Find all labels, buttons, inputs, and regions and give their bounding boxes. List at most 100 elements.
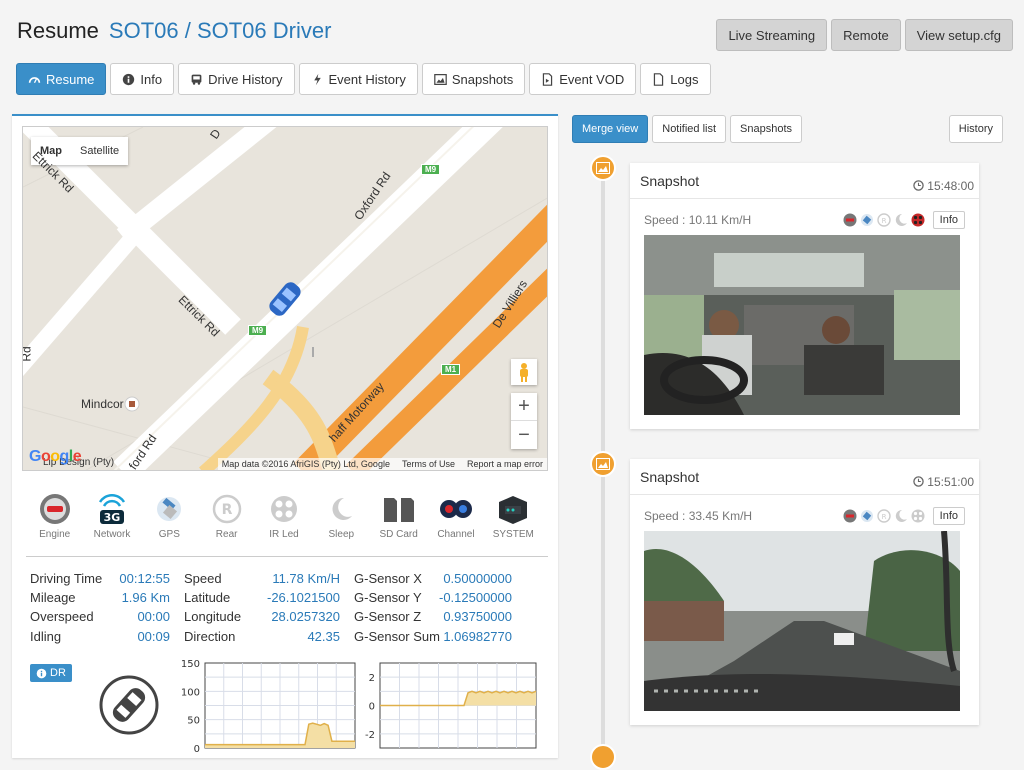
tab-snapshots[interactable]: Snapshots xyxy=(421,63,526,95)
stat-label: Speed xyxy=(184,571,222,586)
map-roads xyxy=(23,127,547,470)
status-rear: R Rear xyxy=(198,491,255,540)
stat-row: Overspeed 00:00 xyxy=(30,607,184,626)
snapshot-image-road[interactable] xyxy=(644,531,960,711)
stat-value: -26.1021500 xyxy=(266,590,340,606)
zoom-out-button[interactable]: − xyxy=(511,421,537,449)
main-tabs: Resume Info Drive History Event History … xyxy=(16,63,711,95)
stat-value: -0.12500000 xyxy=(438,590,512,606)
zoom-in-button[interactable]: + xyxy=(511,393,537,421)
snapshots-tab[interactable]: Snapshots xyxy=(730,115,803,143)
page-title-main: Resume xyxy=(17,18,99,43)
snapshot-info-button[interactable]: Info xyxy=(932,507,965,525)
stat-value: 11.78 Km/H xyxy=(272,571,340,586)
ir-led-icon xyxy=(270,496,297,522)
ir-led-icon xyxy=(911,213,925,227)
engine-icon xyxy=(843,213,857,227)
tab-label: Logs xyxy=(670,71,699,87)
stat-row: G-Sensor Y -0.12500000 xyxy=(354,588,526,607)
stats-column-gsensor: G-Sensor X 0.50000000 G-Sensor Y -0.125000… xyxy=(354,569,526,646)
bolt-icon xyxy=(313,73,321,85)
timeline-dot xyxy=(590,155,616,181)
dr-info-button[interactable]: DR xyxy=(30,664,72,682)
stat-label: G-Sensor X xyxy=(354,571,422,586)
live-streaming-button[interactable]: Live Streaming xyxy=(716,19,828,51)
status-label: Channel xyxy=(437,529,475,540)
tab-logs[interactable]: Logs xyxy=(640,63,711,95)
status-label: GPS xyxy=(158,529,180,540)
stat-label: Latitude xyxy=(184,590,231,606)
channel-cameras-icon xyxy=(439,500,472,518)
svg-text:R: R xyxy=(881,513,886,521)
snapshot-info-button[interactable]: Info xyxy=(932,211,965,229)
snapshot-meta: Speed : 10.11 Km/H R Info xyxy=(630,199,979,235)
vehicle-overview-panel: Map Satellite Oxford Rd Ettrick Rd Ettri… xyxy=(12,114,558,758)
tab-event-vod[interactable]: Event VOD xyxy=(529,63,637,95)
vehicle-driver-link[interactable]: SOT06 / SOT06 Driver xyxy=(109,18,332,43)
status-system: SYSTEM xyxy=(485,491,542,540)
snapshot-status-icons: R Info xyxy=(843,211,965,229)
header-actions: Live Streaming Remote View setup.cfg xyxy=(716,19,1013,51)
status-ir-led: IR Led xyxy=(255,491,312,540)
stat-value: 28.0257320 xyxy=(271,609,340,625)
remote-button[interactable]: Remote xyxy=(831,19,901,51)
tab-info[interactable]: Info xyxy=(110,63,175,95)
network-badge: 3G xyxy=(104,511,121,524)
gps-satellite-icon xyxy=(860,510,873,522)
map-attribution: Map data ©2016 AfriGIS (Pty) Ltd, Google… xyxy=(217,458,547,470)
merge-view-tab[interactable]: Merge view xyxy=(572,115,649,143)
zoom-control: + − xyxy=(511,393,537,449)
stat-label: Idling xyxy=(30,628,62,644)
stat-label: G-Sensor Y xyxy=(354,590,422,606)
tab-drive-history[interactable]: Drive History xyxy=(178,63,295,95)
stat-label: G-Sensor Sum xyxy=(354,628,440,644)
stat-row: Longitude 28.0257320 xyxy=(184,607,354,626)
stat-value: 00:00 xyxy=(137,609,170,625)
map-data-credit: Map data ©2016 AfriGIS (Pty) Ltd, Google xyxy=(221,459,390,469)
gps-satellite-icon xyxy=(860,214,873,226)
tab-label: Info xyxy=(140,71,163,87)
snapshot-image-cabin[interactable] xyxy=(644,235,960,415)
snapshot-status-icons: R Info xyxy=(843,507,965,525)
section-divider xyxy=(26,556,548,557)
stat-label: Driving Time xyxy=(30,571,103,586)
dr-label: DR xyxy=(50,667,66,679)
clock-icon xyxy=(913,180,925,191)
street-view-pegman-button[interactable] xyxy=(511,359,537,385)
bus-icon xyxy=(191,74,202,85)
history-button[interactable]: History xyxy=(948,115,1003,143)
status-label: Rear xyxy=(215,529,238,540)
terms-of-use-link[interactable]: Terms of Use xyxy=(402,459,455,469)
map[interactable]: Map Satellite Oxford Rd Ettrick Rd Ettri… xyxy=(22,126,548,471)
snapshot-meta: Speed : 33.45 Km/H R Info xyxy=(630,495,979,531)
stat-row: G-Sensor Sum 1.06982770 xyxy=(354,627,526,646)
map-type-satellite-button[interactable]: Satellite xyxy=(71,137,128,165)
report-map-error-link[interactable]: Report a map error xyxy=(467,459,543,469)
image-icon xyxy=(434,73,447,85)
view-setup-cfg-button[interactable]: View setup.cfg xyxy=(904,19,1013,51)
trip-stats: Driving Time 00:12:55 Mileage 1.96 Km Over… xyxy=(30,569,526,646)
tab-resume[interactable]: Resume xyxy=(16,63,107,95)
sleep-moon-icon xyxy=(332,497,353,520)
notified-list-tab[interactable]: Notified list xyxy=(652,115,727,143)
file-video-icon xyxy=(543,72,553,86)
stat-row: Direction 42.35 xyxy=(184,627,354,646)
speed-chart-tick-label: 50 xyxy=(187,716,200,727)
route-shield-m9: M9 xyxy=(421,164,441,175)
status-sd-card: SD Card xyxy=(370,491,427,540)
stat-value: 00:09 xyxy=(137,628,170,644)
stat-value: 0.93750000 xyxy=(443,609,512,625)
road-camera-photo xyxy=(644,531,960,711)
status-network: 3G Network xyxy=(83,491,140,540)
google-logo: Google xyxy=(29,448,82,465)
tab-event-history[interactable]: Event History xyxy=(298,63,418,95)
gps-satellite-icon xyxy=(157,497,182,521)
pegman-icon xyxy=(520,363,528,382)
picture-icon xyxy=(596,162,610,174)
gsensor-chart-tick-label: 2 xyxy=(369,673,375,684)
speed-chart-tick-label: 150 xyxy=(181,659,200,670)
stat-row: Mileage 1.96 Km xyxy=(30,588,184,607)
status-label: SYSTEM xyxy=(492,529,534,540)
stats-column-position: Speed 11.78 Km/H Latitude -26.1021500 Long… xyxy=(184,569,354,646)
file-icon xyxy=(654,72,664,86)
